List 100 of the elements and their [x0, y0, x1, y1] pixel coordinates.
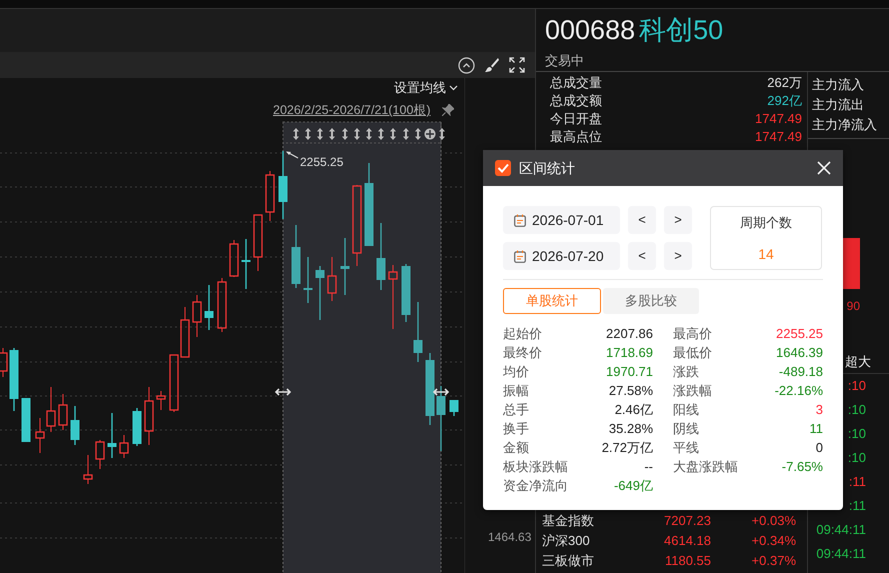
candlestick: [180, 306, 190, 358]
stat-value: 1718.69: [606, 344, 653, 362]
stat-value: --: [644, 458, 653, 476]
candlestick: [265, 170, 275, 222]
trade-time: 09:44:11: [816, 522, 866, 537]
count-value: 14: [758, 245, 774, 264]
previous-button[interactable]: <: [628, 206, 656, 234]
stat-value: 2.72万亿: [602, 439, 653, 457]
candlestick: [108, 413, 116, 458]
candlestick: [292, 225, 300, 288]
candlestick: [204, 285, 214, 330]
flow-label: 主力流入: [811, 76, 865, 94]
stat-label: 涨跌: [673, 363, 699, 381]
stock-code: 000688: [545, 15, 636, 45]
calendar-icon: [514, 214, 526, 226]
resize-handle-icon[interactable]: [432, 388, 450, 396]
index-change: +0.34%: [750, 532, 796, 550]
date-field[interactable]: 2026-07-01: [503, 206, 620, 234]
trading-status: 交易中: [545, 52, 585, 68]
index-value: 7207.23: [663, 512, 711, 530]
stat-value: -22.16%: [774, 382, 823, 400]
date-range-link[interactable]: 2026/2/25-2026/7/21(100根): [273, 103, 431, 118]
stat-label: 总成交额: [550, 92, 602, 110]
candlestick: [132, 408, 142, 446]
candlestick: [402, 264, 410, 322]
max-price-label: 2255.25: [300, 155, 344, 169]
stat-label: 总成交量: [550, 74, 602, 92]
candlestick: [278, 151, 288, 219]
trade-time: :11: [848, 474, 866, 489]
candlestick: [46, 386, 56, 432]
index-value: 4614.18: [663, 532, 711, 550]
stat-label: 振幅: [503, 382, 529, 400]
stat-value: 0: [816, 439, 823, 457]
candlestick: [388, 264, 398, 330]
next-button[interactable]: >: [664, 242, 692, 270]
bar-value: 90: [846, 299, 860, 313]
candlestick: [327, 256, 337, 302]
stat-label: 最低价: [673, 344, 712, 362]
candlestick: [169, 354, 179, 412]
candlestick: [217, 278, 227, 332]
stock-name: 科创50: [639, 15, 724, 45]
date-field[interactable]: 2026-07-20: [503, 242, 620, 270]
index-name: 基金指数: [542, 512, 595, 530]
stat-value: 1970.71: [606, 363, 653, 381]
stat-value: 27.58%: [608, 382, 653, 400]
trade-time: :10: [848, 402, 866, 417]
candlestick: [340, 238, 350, 295]
selection-range[interactable]: [283, 122, 441, 573]
index-change: +0.37%: [750, 552, 796, 570]
stat-value: 2207.86: [606, 325, 653, 343]
move-icon[interactable]: [424, 128, 436, 140]
candlestick: [414, 302, 422, 362]
candlestick: [426, 353, 434, 425]
brush-icon[interactable]: [484, 57, 500, 73]
drag-handles-drawing[interactable]: [293, 128, 445, 140]
stat-label: 阴线: [673, 420, 699, 438]
axis-label: 1464.63: [488, 530, 532, 544]
collapse-icon[interactable]: [458, 56, 475, 74]
calendar-icon: [514, 250, 526, 262]
stat-label: 均价: [503, 363, 529, 381]
fullscreen-icon[interactable]: [509, 57, 525, 73]
next-button[interactable]: >: [664, 206, 692, 234]
tab[interactable]: 多股比较: [603, 288, 699, 314]
index-change: +0.03%: [750, 512, 796, 530]
candlestick: [22, 398, 30, 442]
moving-average-button[interactable]: 设置均线: [394, 80, 458, 96]
stat-label: 平线: [673, 439, 699, 457]
stat-value: 3: [816, 401, 823, 419]
trade-time: :10: [848, 450, 866, 465]
candlestick: [83, 454, 93, 484]
candlestick: [144, 386, 154, 446]
stat-label: 换手: [503, 420, 529, 438]
candlestick: [0, 348, 8, 378]
candlestick: [436, 386, 446, 451]
stat-label: 总手: [503, 401, 529, 419]
stat-value: -7.65%: [782, 458, 823, 476]
flow-label: 主力净流入: [811, 116, 878, 134]
trade-time: 09:44:11: [816, 546, 866, 561]
candlestick: [229, 240, 239, 278]
resize-handle-icon[interactable]: [274, 388, 292, 396]
candlestick: [95, 440, 105, 470]
caret-icon: [449, 85, 458, 91]
stat-label: 金额: [503, 439, 529, 457]
stat-label: 阳线: [673, 401, 699, 419]
previous-button[interactable]: <: [628, 242, 656, 270]
candlestick: [119, 434, 129, 458]
stat-value: 2255.25: [776, 325, 823, 343]
stat-value: 262万: [767, 74, 802, 92]
stat-label: 大盘涨跌幅: [673, 458, 738, 476]
stat-label: 最高点位: [550, 128, 602, 146]
stat-value: 1747.49: [755, 128, 802, 146]
flow-label: 主力流出: [811, 96, 865, 114]
close-icon[interactable]: [817, 161, 831, 175]
candlestick: [58, 394, 68, 430]
stat-label: 板块涨跌幅: [503, 458, 568, 476]
index-name: 沪深300: [542, 532, 591, 550]
stat-label: 涨跌幅: [673, 382, 712, 400]
candlestick: [10, 348, 18, 411]
trade-time: :10: [848, 426, 866, 441]
pin-icon[interactable]: [442, 104, 454, 116]
